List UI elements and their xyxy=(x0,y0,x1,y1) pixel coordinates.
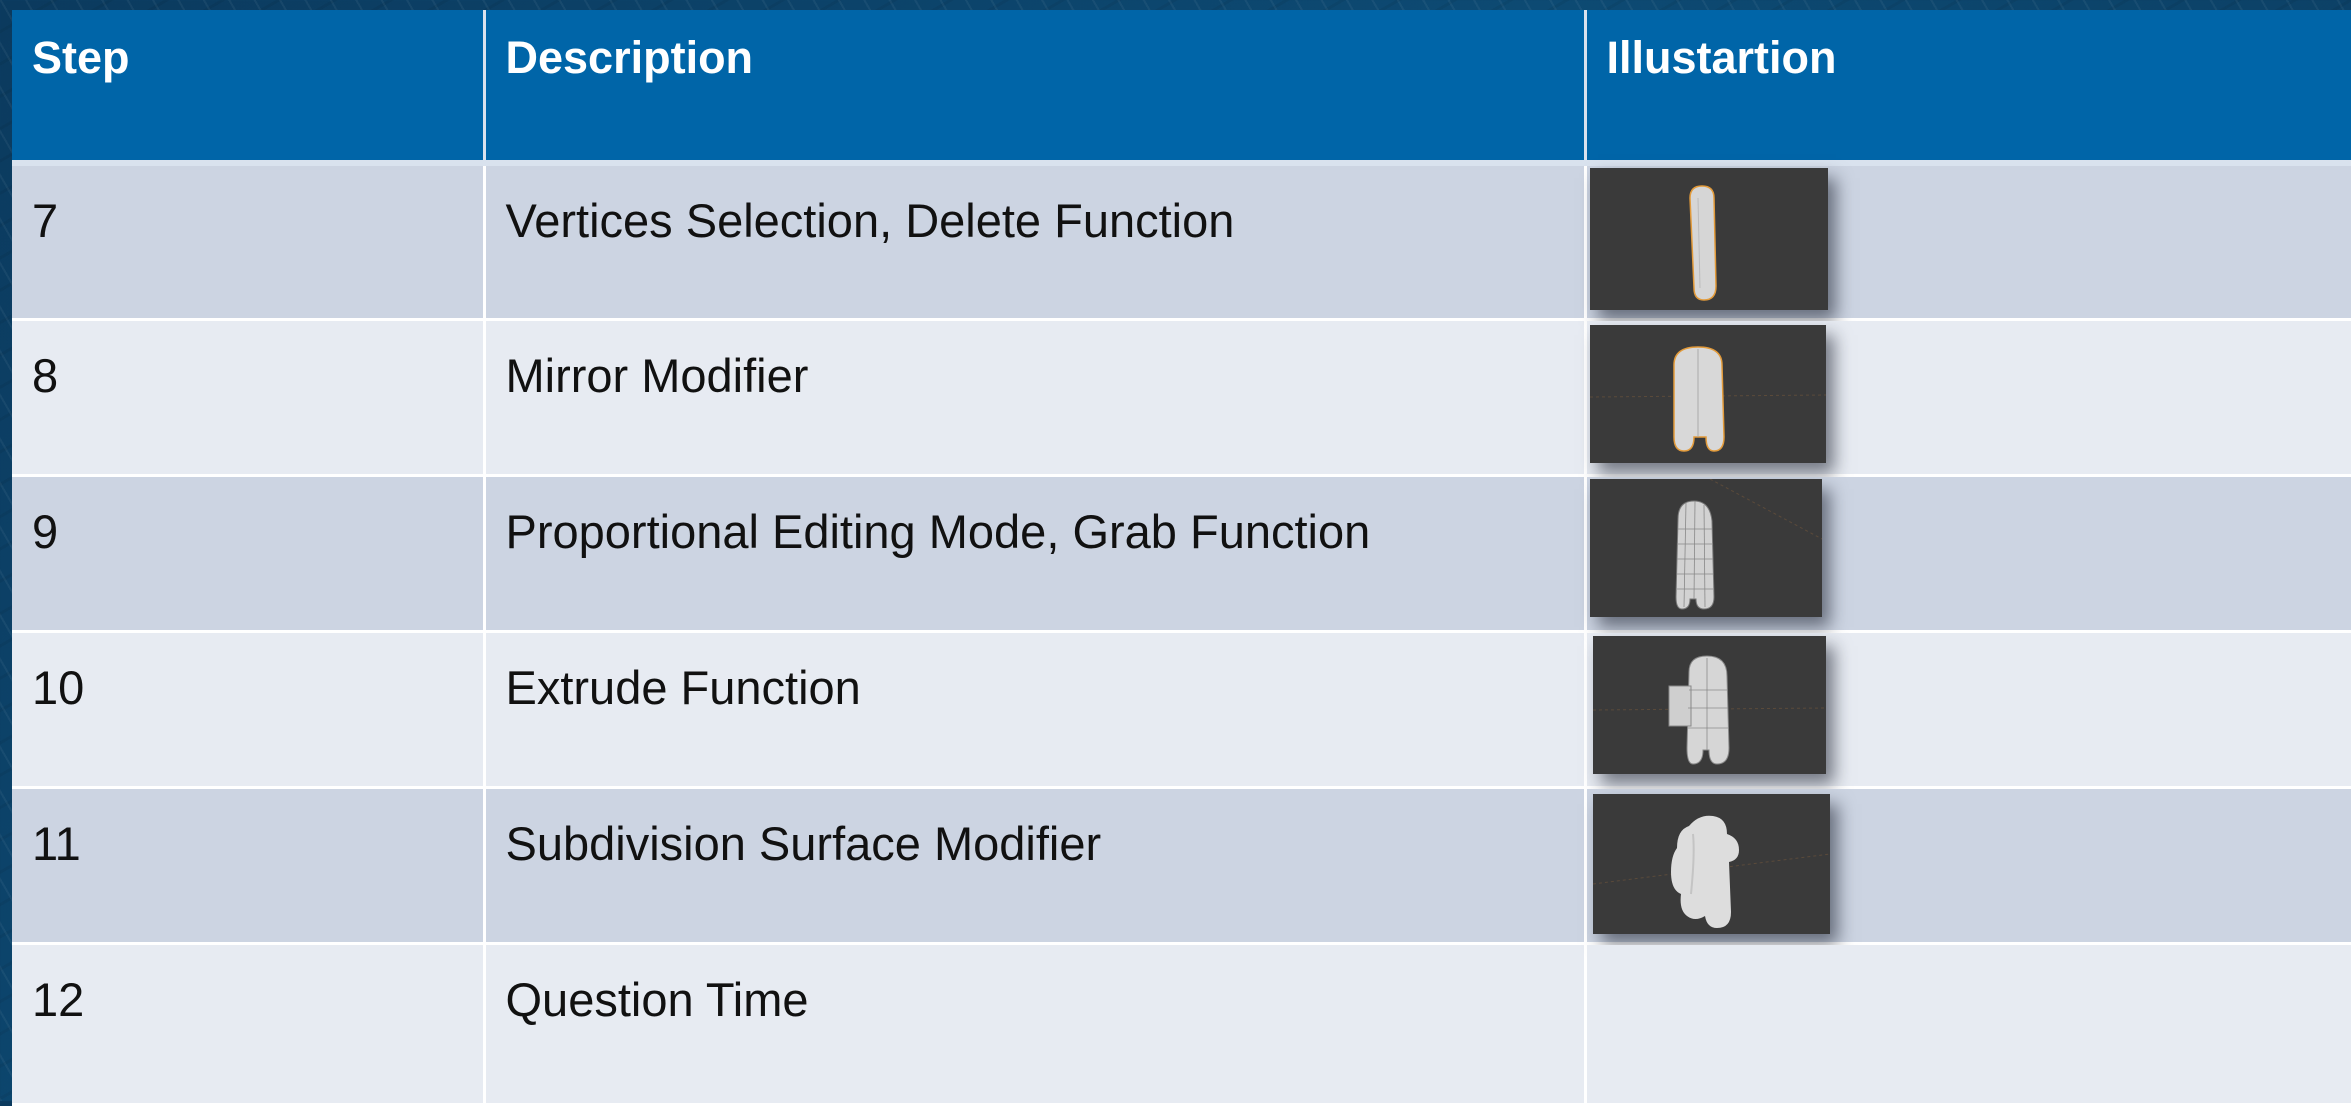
header-step: Step xyxy=(12,10,486,166)
step-description: Proportional Editing Mode, Grab Function xyxy=(484,475,1587,633)
step-number: 11 xyxy=(12,787,486,945)
step-description: Vertices Selection, Delete Function xyxy=(484,163,1587,321)
illustration-cell xyxy=(1585,943,2351,1106)
table-row: 8 Mirror Modifier xyxy=(12,319,2351,477)
illustration-cell xyxy=(1585,631,2351,789)
header-illustration: Illustartion xyxy=(1585,10,2351,166)
table-header-row: Step Description Illustartion xyxy=(12,10,2351,166)
illustration-cell xyxy=(1585,787,2351,945)
illustration-cell xyxy=(1585,163,2351,321)
step-number: 7 xyxy=(12,163,486,321)
step-description: Subdivision Surface Modifier xyxy=(484,787,1587,945)
blender-model-thumbnail-icon xyxy=(1589,478,1822,617)
illustration-cell xyxy=(1585,475,2351,633)
blender-model-thumbnail-icon xyxy=(1592,793,1830,934)
table-row: 10 Extrude Function xyxy=(12,631,2351,789)
step-description: Extrude Function xyxy=(484,631,1587,789)
step-number: 12 xyxy=(12,943,486,1106)
header-description: Description xyxy=(484,10,1587,166)
step-number: 8 xyxy=(12,319,486,477)
step-description: Mirror Modifier xyxy=(484,319,1587,477)
table-row: 11 Subdivision Surface Modifier xyxy=(12,787,2351,945)
illustration-cell xyxy=(1585,319,2351,477)
blender-model-thumbnail-icon xyxy=(1589,168,1828,310)
step-description: Question Time xyxy=(484,943,1587,1106)
step-number: 10 xyxy=(12,631,486,789)
step-number: 9 xyxy=(12,475,486,633)
blender-model-thumbnail-icon xyxy=(1592,635,1826,774)
table-row: 7 Vertices Selection, Delete Function xyxy=(12,163,2351,321)
table-row: 12 Question Time xyxy=(12,943,2351,1106)
steps-table: Step Description Illustartion 7 Vertices… xyxy=(12,10,2351,1106)
blender-model-thumbnail-icon xyxy=(1589,324,1826,463)
table-row: 9 Proportional Editing Mode, Grab Functi… xyxy=(12,475,2351,633)
